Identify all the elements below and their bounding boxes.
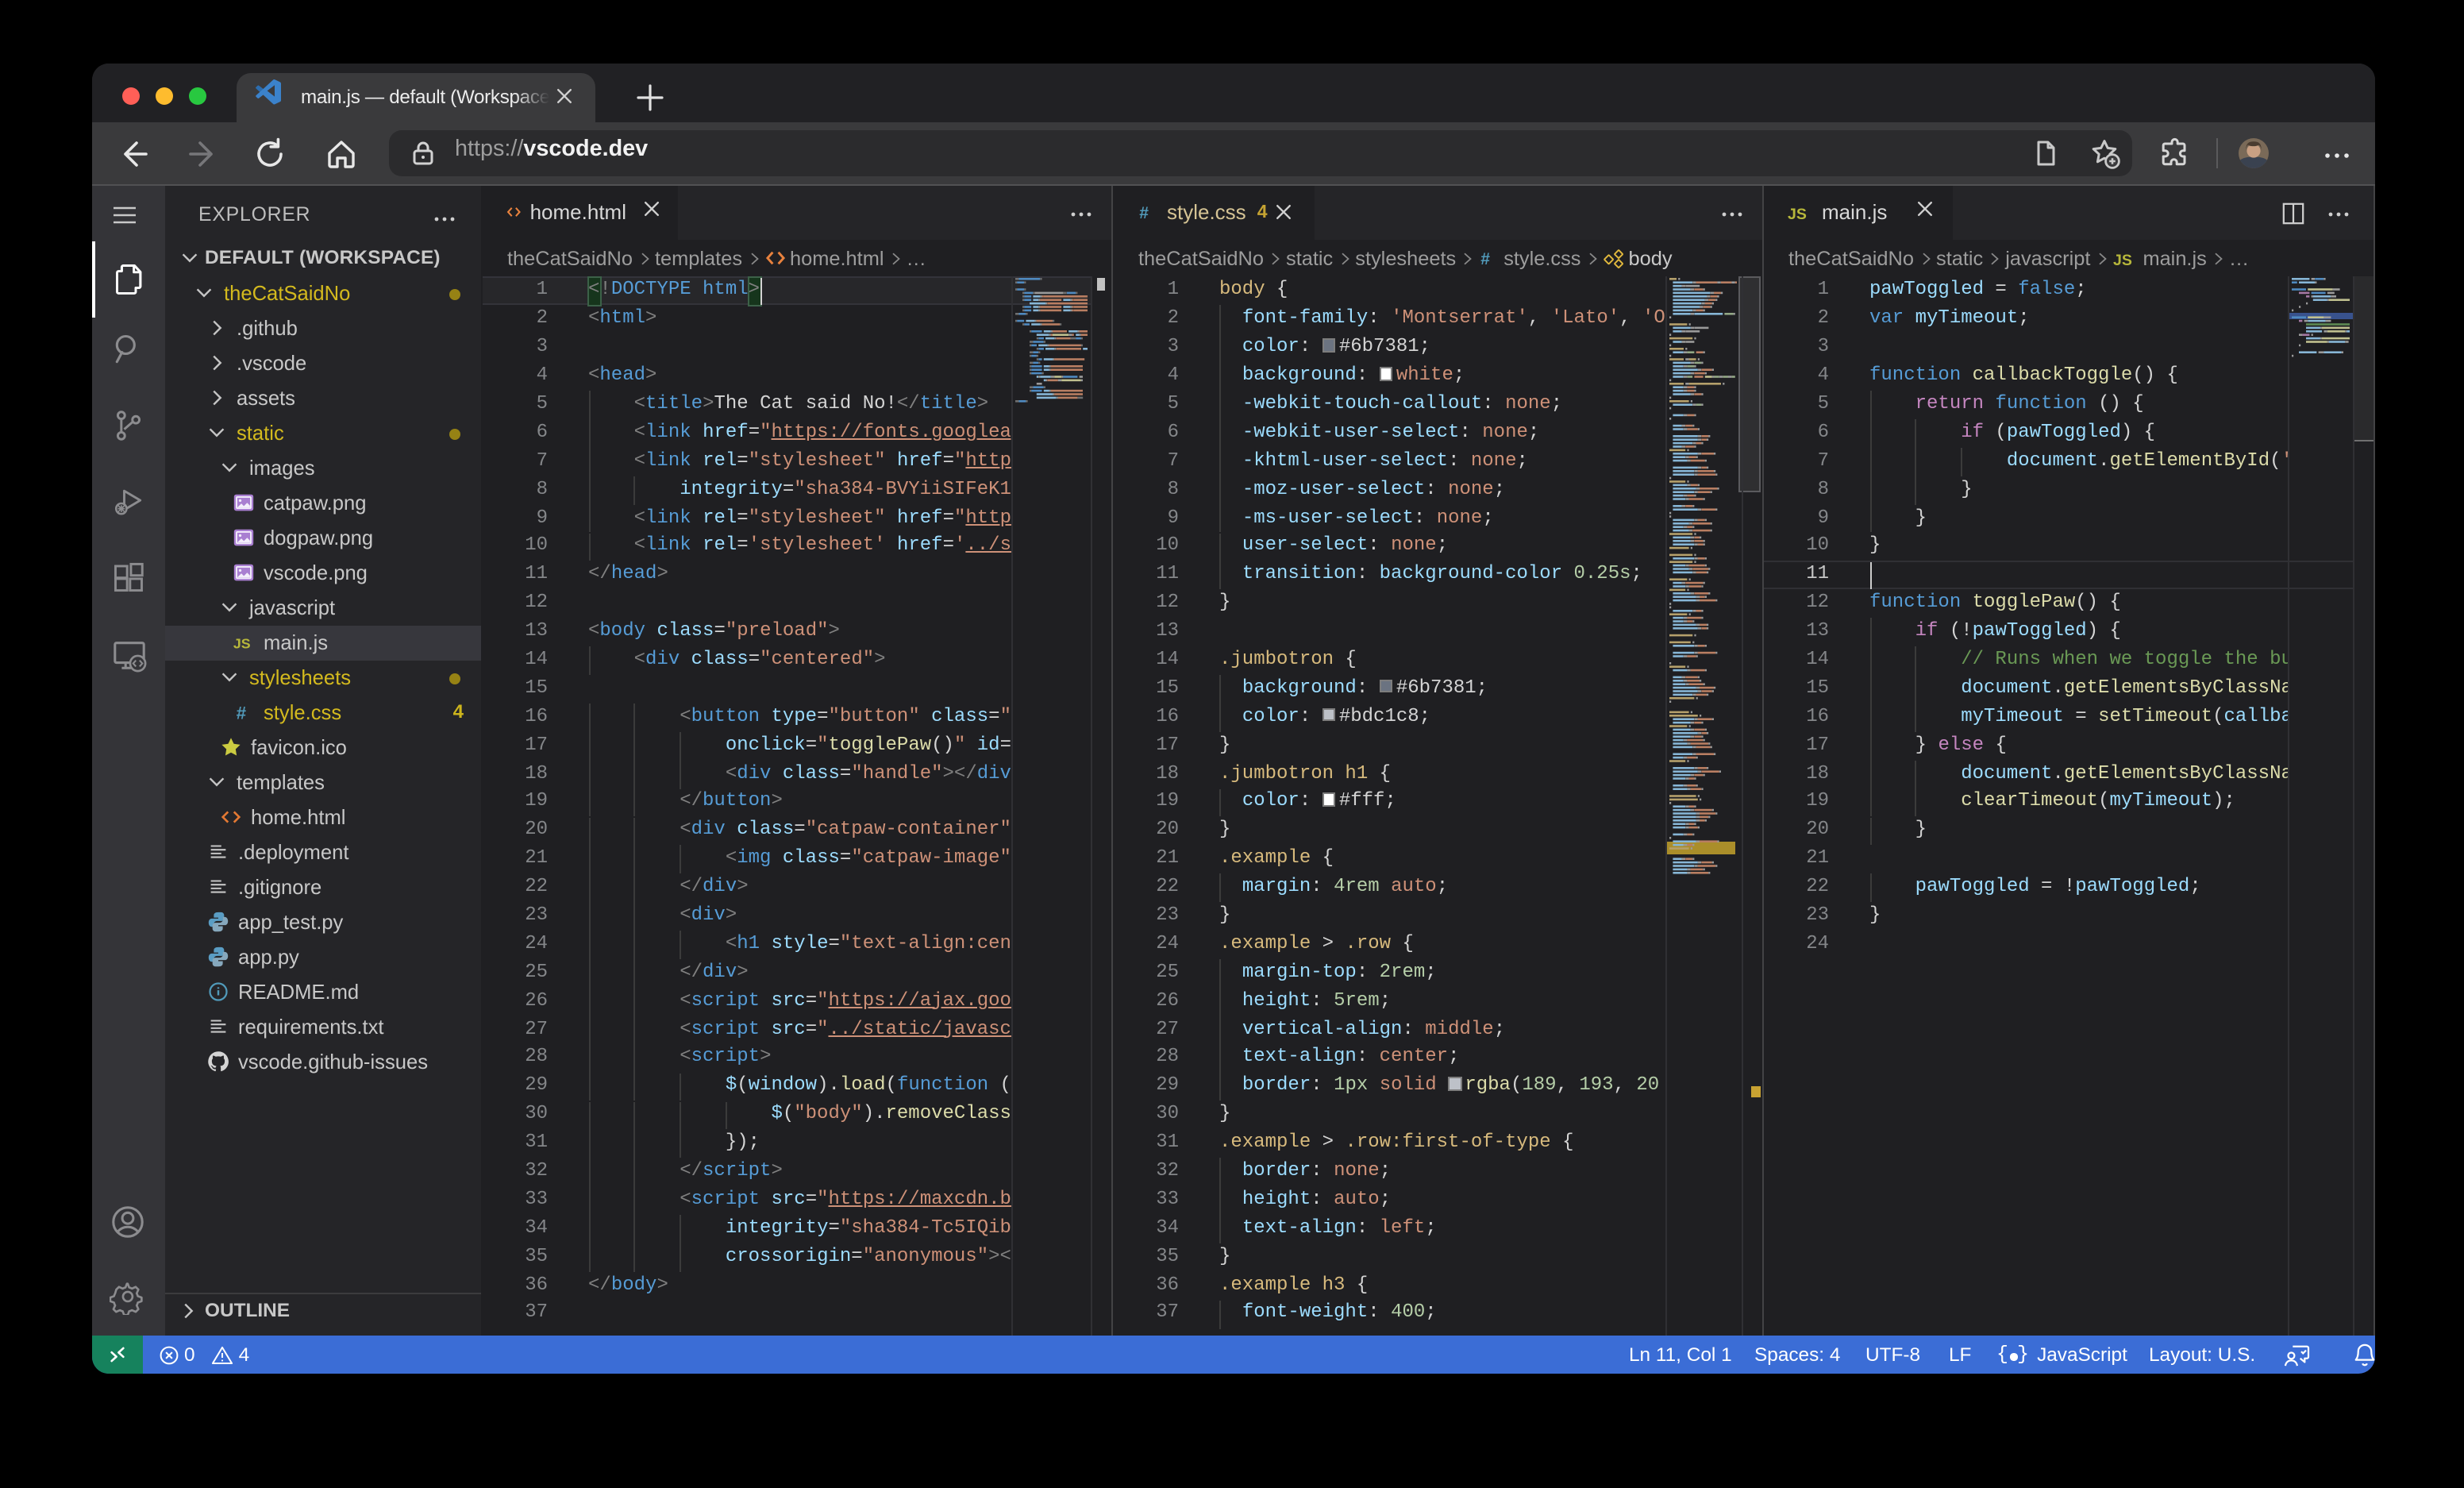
svg-text:#: # xyxy=(237,703,247,723)
svg-text:#: # xyxy=(1139,205,1149,223)
svg-text:JS: JS xyxy=(2112,251,2131,268)
svg-text:#: # xyxy=(1480,251,1490,269)
svg-text:JS: JS xyxy=(233,636,251,652)
svg-text:JS: JS xyxy=(1787,206,1806,222)
